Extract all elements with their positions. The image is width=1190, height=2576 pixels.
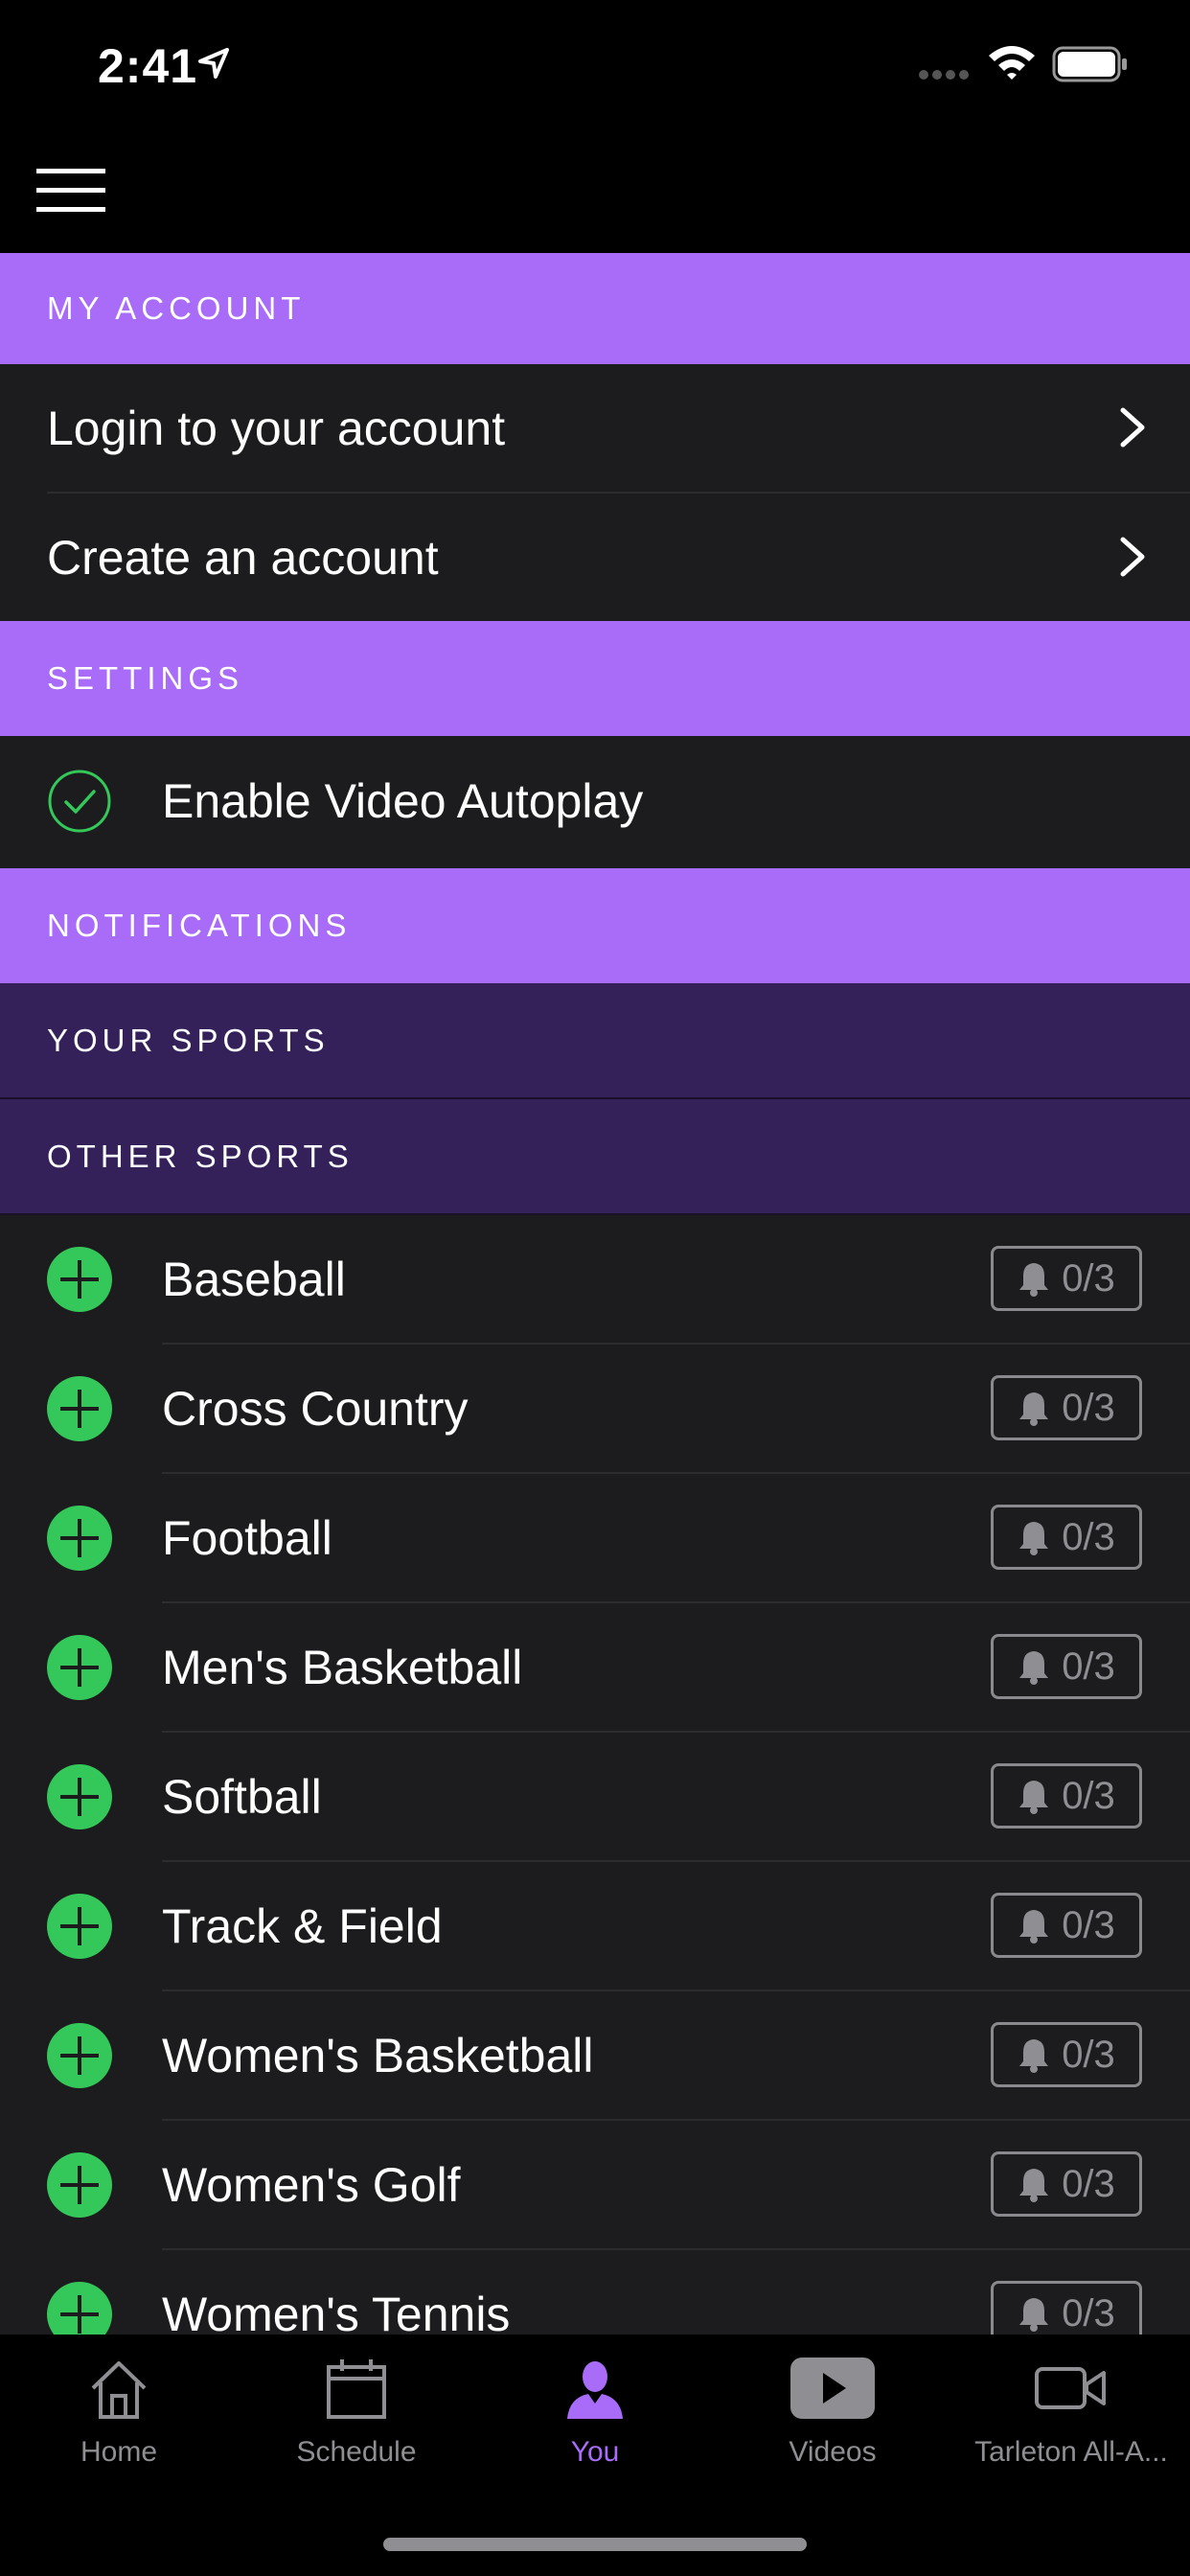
notifications-header: NOTIFICATIONS xyxy=(0,868,1190,983)
bell-icon xyxy=(1019,1522,1049,1555)
notification-count-button[interactable]: 0/3 xyxy=(991,1893,1142,1958)
status-time: 2:41 xyxy=(98,39,198,93)
sport-name: Women's Golf xyxy=(162,2158,461,2212)
bell-icon xyxy=(1019,2298,1049,2332)
sport-row[interactable]: Men's Basketball 0/3 xyxy=(0,1603,1190,1731)
bell-icon xyxy=(1019,1781,1049,1814)
notification-count: 0/3 xyxy=(1062,1644,1115,1688)
notification-count: 0/3 xyxy=(1062,1256,1115,1300)
my-account-header: MY ACCOUNT xyxy=(0,253,1190,364)
create-account-row[interactable]: Create an account xyxy=(0,494,1190,621)
notification-count: 0/3 xyxy=(1062,1386,1115,1429)
sport-row[interactable]: Cross Country 0/3 xyxy=(0,1345,1190,1472)
sport-name: Men's Basketball xyxy=(162,1641,523,1694)
tab-label: Tarleton All-A... xyxy=(974,2436,1168,2468)
sport-name: Cross Country xyxy=(162,1382,469,1436)
notification-count: 0/3 xyxy=(1062,2291,1115,2334)
tab-label: Home xyxy=(80,2436,158,2468)
notification-count-button[interactable]: 0/3 xyxy=(991,1246,1142,1311)
sport-name: Track & Field xyxy=(162,1899,443,1953)
add-circle-icon[interactable] xyxy=(47,1506,112,1571)
notification-count-button[interactable]: 0/3 xyxy=(991,2022,1142,2087)
sport-row[interactable]: Softball 0/3 xyxy=(0,1733,1190,1860)
notification-count: 0/3 xyxy=(1062,1515,1115,1558)
tab-home[interactable]: Home xyxy=(0,2356,238,2480)
tab-label: You xyxy=(570,2436,620,2468)
notification-count: 0/3 xyxy=(1062,1903,1115,1946)
status-bar: 2:41 xyxy=(0,0,1190,134)
settings-content[interactable]: MY ACCOUNT Login to your account Create … xyxy=(0,253,1190,2334)
notification-count: 0/3 xyxy=(1062,2033,1115,2076)
home-indicator xyxy=(383,2538,807,2551)
notification-count-button[interactable]: 0/3 xyxy=(991,1634,1142,1699)
login-label: Login to your account xyxy=(47,401,506,455)
chevron-right-icon xyxy=(1120,407,1145,448)
sport-name: Softball xyxy=(162,1770,322,1824)
tab-label: Schedule xyxy=(296,2436,417,2468)
add-circle-icon[interactable] xyxy=(47,2152,112,2218)
sport-row[interactable]: Baseball 0/3 xyxy=(0,1215,1190,1343)
add-circle-icon[interactable] xyxy=(47,1894,112,1959)
notification-count-button[interactable]: 0/3 xyxy=(991,1763,1142,1828)
battery-icon xyxy=(1052,46,1127,82)
sport-row[interactable]: Women's Golf 0/3 xyxy=(0,2121,1190,2248)
add-circle-icon[interactable] xyxy=(47,1247,112,1312)
video-camera-icon xyxy=(1035,2367,1106,2409)
tab-label: Videos xyxy=(789,2436,877,2468)
home-icon xyxy=(91,2361,147,2419)
sport-row[interactable]: Football 0/3 xyxy=(0,1474,1190,1601)
bell-icon xyxy=(1019,2169,1049,2202)
sport-row[interactable]: Track & Field 0/3 xyxy=(0,1862,1190,1990)
sport-row[interactable]: Women's Basketball 0/3 xyxy=(0,1991,1190,2119)
video-autoplay-label: Enable Video Autoplay xyxy=(162,774,644,828)
sport-name: Football xyxy=(162,1511,332,1565)
bell-icon xyxy=(1019,1263,1049,1297)
sport-list: Baseball 0/3 Cross Country 0/3 Football 0/3 Me… xyxy=(0,1215,1190,2334)
add-circle-icon[interactable] xyxy=(47,1635,112,1700)
checkmark-circle-icon xyxy=(48,770,111,833)
tab-schedule[interactable]: Schedule xyxy=(238,2356,475,2480)
tab-tarleton-all-access[interactable]: Tarleton All-A... xyxy=(952,2356,1190,2480)
play-icon xyxy=(790,2358,875,2419)
login-row[interactable]: Login to your account xyxy=(0,364,1190,492)
your-sports-header: YOUR SPORTS xyxy=(0,983,1190,1099)
add-circle-icon[interactable] xyxy=(47,1764,112,1829)
sport-row[interactable]: Women's Tennis 0/3 xyxy=(0,2250,1190,2334)
add-circle-icon[interactable] xyxy=(47,2282,112,2334)
video-autoplay-toggle[interactable]: Enable Video Autoplay xyxy=(0,736,1190,866)
sport-name: Baseball xyxy=(162,1253,346,1306)
cellular-signal-icon xyxy=(919,70,969,80)
sport-name: Women's Tennis xyxy=(162,2288,511,2334)
notification-count-button[interactable]: 0/3 xyxy=(991,2151,1142,2217)
notification-count-button[interactable]: 0/3 xyxy=(991,1505,1142,1570)
add-circle-icon[interactable] xyxy=(47,1376,112,1441)
bell-icon xyxy=(1019,2039,1049,2073)
notification-count-button[interactable]: 0/3 xyxy=(991,2281,1142,2334)
bell-icon xyxy=(1019,1910,1049,1944)
person-icon xyxy=(567,2361,623,2419)
notification-count-button[interactable]: 0/3 xyxy=(991,1375,1142,1440)
bell-icon xyxy=(1019,1651,1049,1685)
chevron-right-icon xyxy=(1120,537,1145,577)
tab-you[interactable]: You xyxy=(476,2356,714,2480)
hamburger-menu-icon[interactable] xyxy=(36,169,105,213)
other-sports-header: OTHER SPORTS xyxy=(0,1099,1190,1215)
notification-count: 0/3 xyxy=(1062,1774,1115,1817)
notification-count: 0/3 xyxy=(1062,2162,1115,2205)
location-arrow-icon xyxy=(198,48,229,79)
bell-icon xyxy=(1019,1392,1049,1426)
calendar-icon xyxy=(327,2359,386,2419)
wifi-icon xyxy=(989,46,1035,80)
settings-header: SETTINGS xyxy=(0,621,1190,736)
sport-name: Women's Basketball xyxy=(162,2029,594,2082)
tab-videos[interactable]: Videos xyxy=(714,2356,951,2480)
create-account-label: Create an account xyxy=(47,530,439,585)
add-circle-icon[interactable] xyxy=(47,2023,112,2088)
